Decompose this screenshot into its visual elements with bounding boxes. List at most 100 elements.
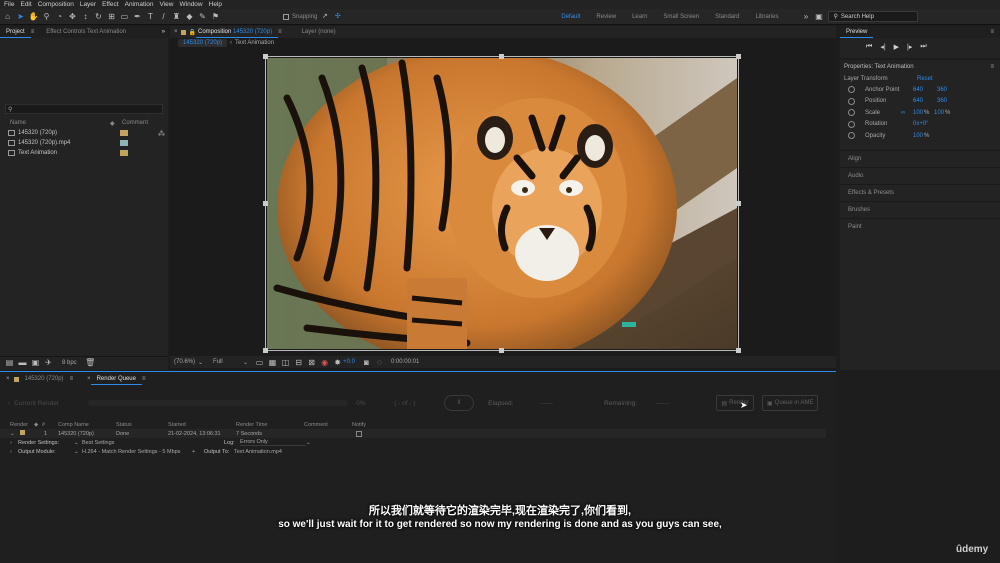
project-search-field[interactable]: ⚲ bbox=[5, 104, 163, 114]
stopwatch-icon[interactable] bbox=[848, 132, 855, 140]
output-to-value[interactable]: Text Animation.mp4 bbox=[234, 449, 282, 455]
guides-icon[interactable]: ⊟ bbox=[293, 357, 304, 368]
col-notify[interactable]: Notify bbox=[352, 422, 366, 428]
list-item[interactable]: Text Animation bbox=[0, 148, 168, 158]
section-align[interactable]: Align bbox=[840, 149, 1000, 167]
snapshot-icon[interactable]: ◙ bbox=[361, 357, 372, 368]
workspace-small-screen[interactable]: Small Screen bbox=[663, 14, 699, 20]
label-color-swatch[interactable] bbox=[120, 130, 128, 136]
transparency-grid-icon[interactable]: ▦ bbox=[267, 357, 278, 368]
label-color-swatch[interactable] bbox=[120, 150, 128, 156]
chevron-right-icon[interactable]: › bbox=[10, 440, 18, 446]
col-comment[interactable]: Comment bbox=[304, 422, 352, 428]
menu-help[interactable]: Help bbox=[209, 1, 222, 8]
zoom-tool-icon[interactable]: ⚲ bbox=[41, 11, 52, 22]
color-management-icon[interactable]: ◉ bbox=[319, 357, 330, 368]
col-render[interactable]: Render bbox=[10, 422, 34, 428]
menu-animation[interactable]: Animation bbox=[125, 1, 154, 8]
prop-value-y[interactable]: 360 bbox=[937, 87, 947, 93]
menu-window[interactable]: Window bbox=[180, 1, 203, 8]
panel-menu-icon[interactable]: ≡ bbox=[31, 29, 35, 35]
chevron-right-icon[interactable]: » bbox=[162, 29, 165, 35]
current-time[interactable]: 0:00:00:01 bbox=[391, 359, 419, 365]
search-help-field[interactable]: ⚲ Search Help bbox=[828, 11, 919, 22]
mask-visibility-icon[interactable]: ◫ bbox=[280, 357, 291, 368]
workspace-review[interactable]: Review bbox=[596, 14, 616, 20]
label-col-icon[interactable]: ◆ bbox=[34, 422, 42, 428]
label-color-swatch[interactable] bbox=[120, 140, 128, 146]
roto-brush-tool-icon[interactable]: ✎ bbox=[197, 11, 208, 22]
exposure-icon[interactable]: ✸ bbox=[332, 357, 343, 368]
snap-grid-icon[interactable]: ✣ bbox=[332, 11, 343, 22]
transform-handle[interactable] bbox=[263, 348, 268, 353]
chevron-right-icon[interactable]: › bbox=[10, 449, 18, 455]
next-frame-icon[interactable]: |▸ bbox=[907, 43, 912, 51]
transform-handle[interactable] bbox=[736, 348, 741, 353]
col-started[interactable]: Started bbox=[168, 422, 236, 428]
composition-viewer[interactable] bbox=[267, 58, 737, 349]
notify-checkbox[interactable] bbox=[356, 430, 362, 437]
render-button[interactable]: ▤ Render bbox=[716, 395, 755, 411]
breadcrumb-text-anim[interactable]: Text Animation bbox=[235, 40, 274, 46]
section-paint[interactable]: Paint bbox=[840, 217, 1000, 235]
col-render-time[interactable]: Render Time bbox=[236, 422, 304, 428]
section-effects-presets[interactable]: Effects & Presets bbox=[840, 183, 1000, 201]
chevron-right-icon[interactable]: › bbox=[8, 400, 10, 407]
label-color-swatch[interactable] bbox=[20, 430, 25, 435]
home-icon[interactable]: ⌂ bbox=[2, 11, 13, 22]
pan-behind-tool-icon[interactable]: ⊞ bbox=[106, 11, 117, 22]
menu-edit[interactable]: Edit bbox=[20, 1, 31, 8]
tab-preview[interactable]: Preview bbox=[840, 26, 874, 38]
prop-value-y[interactable]: 360 bbox=[937, 98, 947, 104]
close-icon[interactable]: × bbox=[6, 376, 10, 382]
reset-link[interactable]: Reset bbox=[917, 76, 933, 82]
panel-menu-icon[interactable]: ≡ bbox=[278, 29, 282, 35]
log-dropdown[interactable]: Errors Only bbox=[240, 439, 306, 446]
tab-timeline-comp[interactable]: 145320 (720p) bbox=[19, 373, 70, 385]
prop-value-x[interactable]: 100 bbox=[913, 110, 923, 116]
play-icon[interactable]: ▶ bbox=[894, 43, 899, 51]
stopwatch-icon[interactable] bbox=[848, 109, 855, 117]
pan-tool-icon[interactable]: ✥ bbox=[67, 11, 78, 22]
flowchart-icon[interactable]: ⁂ bbox=[158, 130, 165, 138]
workspace-default[interactable]: Default bbox=[561, 14, 580, 20]
transform-handle[interactable] bbox=[499, 348, 504, 353]
new-folder-icon[interactable]: ▬ bbox=[17, 357, 28, 368]
table-row[interactable]: ⌄ 1 145320 (720p) Done 21-02-2024, 13:06… bbox=[0, 429, 826, 438]
output-module-value[interactable]: H.264 - Match Render Settings - 5 Mbps bbox=[82, 449, 192, 455]
clone-stamp-tool-icon[interactable]: ♜ bbox=[171, 11, 182, 22]
menu-composition[interactable]: Composition bbox=[38, 1, 74, 8]
composition-lock-icon[interactable]: 🔒 bbox=[189, 29, 196, 36]
pen-tool-icon[interactable]: ✒ bbox=[132, 11, 143, 22]
workspace-learn[interactable]: Learn bbox=[632, 14, 647, 20]
share-screen-icon[interactable]: ▣ bbox=[813, 11, 824, 22]
channel-icon[interactable]: ⊠ bbox=[306, 357, 317, 368]
queue-in-ame-button[interactable]: ▣ Queue in AME bbox=[762, 395, 819, 411]
section-audio[interactable]: Audio bbox=[840, 166, 1000, 184]
close-icon[interactable]: × bbox=[174, 29, 178, 35]
list-item[interactable]: 145320 (720p) bbox=[0, 128, 168, 138]
zoom-dropdown[interactable]: (70.6%) bbox=[174, 359, 195, 365]
pin-icon[interactable]: ✈ bbox=[43, 357, 54, 368]
bpc-label[interactable]: 8 bpc bbox=[62, 360, 77, 366]
first-frame-icon[interactable]: ⏮ bbox=[866, 43, 872, 51]
brush-tool-icon[interactable]: / bbox=[158, 11, 169, 22]
prop-value-y[interactable]: 100 bbox=[934, 110, 944, 116]
col-number[interactable]: # bbox=[42, 422, 58, 428]
hand-tool-icon[interactable]: ✋ bbox=[28, 11, 39, 22]
region-of-interest-icon[interactable]: ▭ bbox=[254, 357, 265, 368]
constrain-proportions-icon[interactable]: ∞ bbox=[901, 110, 913, 116]
col-comment[interactable]: Comment bbox=[122, 120, 148, 126]
col-name[interactable]: Name bbox=[10, 120, 110, 126]
snapping-checkbox[interactable] bbox=[283, 13, 289, 20]
col-status[interactable]: Status bbox=[116, 422, 168, 428]
show-snapshot-icon[interactable]: ◌ bbox=[374, 357, 385, 368]
snapping-toggle[interactable]: Snapping ↗ ✣ bbox=[283, 11, 343, 22]
panel-menu-icon[interactable]: ≡ bbox=[142, 376, 146, 382]
transform-handle[interactable] bbox=[263, 54, 268, 59]
transform-handle[interactable] bbox=[736, 54, 741, 59]
menu-file[interactable]: File bbox=[4, 1, 14, 8]
prop-value[interactable]: 100 bbox=[913, 133, 923, 139]
prev-frame-icon[interactable]: ◂| bbox=[880, 43, 885, 51]
prop-value[interactable]: 0x+0° bbox=[913, 121, 929, 127]
